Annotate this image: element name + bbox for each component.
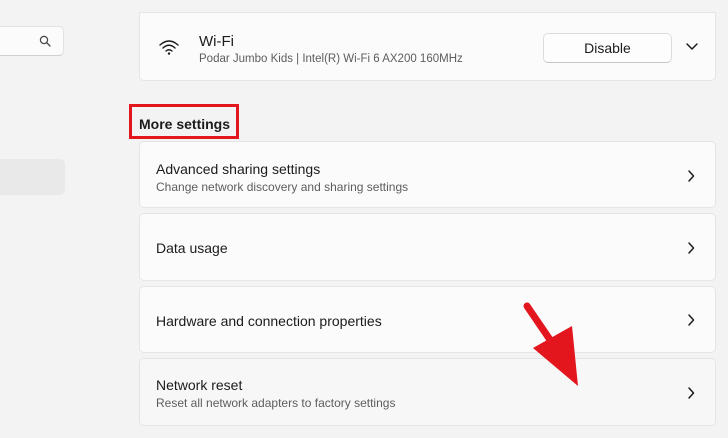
chevron-right-icon — [688, 242, 695, 254]
row-title: Advanced sharing settings — [156, 161, 321, 177]
row-subtitle: Reset all network adapters to factory se… — [156, 396, 396, 410]
chevron-down-icon[interactable] — [685, 42, 699, 52]
sidebar-item-selected[interactable] — [0, 159, 65, 195]
row-hardware-properties[interactable]: Hardware and connection properties — [139, 286, 716, 353]
chevron-right-icon — [688, 170, 695, 182]
row-data-usage[interactable]: Data usage — [139, 213, 716, 281]
wifi-card: Wi-Fi Podar Jumbo Kids | Intel(R) Wi-Fi … — [139, 12, 716, 81]
search-icon — [39, 35, 51, 47]
wifi-icon — [159, 40, 179, 55]
row-network-reset[interactable]: Network reset Reset all network adapters… — [139, 358, 716, 426]
search-input[interactable] — [0, 26, 64, 56]
row-title: Network reset — [156, 377, 243, 393]
disable-button[interactable]: Disable — [543, 33, 672, 63]
highlight-box — [129, 104, 239, 139]
annotation-arrow-icon — [523, 302, 578, 386]
chevron-right-icon — [688, 387, 695, 399]
row-title: Data usage — [156, 240, 228, 256]
chevron-right-icon — [688, 314, 695, 326]
row-title: Hardware and connection properties — [156, 313, 382, 329]
row-subtitle: Change network discovery and sharing set… — [156, 180, 409, 194]
wifi-title: Wi-Fi — [199, 33, 234, 50]
wifi-subtitle: Podar Jumbo Kids | Intel(R) Wi-Fi 6 AX20… — [199, 53, 463, 65]
row-advanced-sharing[interactable]: Advanced sharing settings Change network… — [139, 141, 716, 208]
